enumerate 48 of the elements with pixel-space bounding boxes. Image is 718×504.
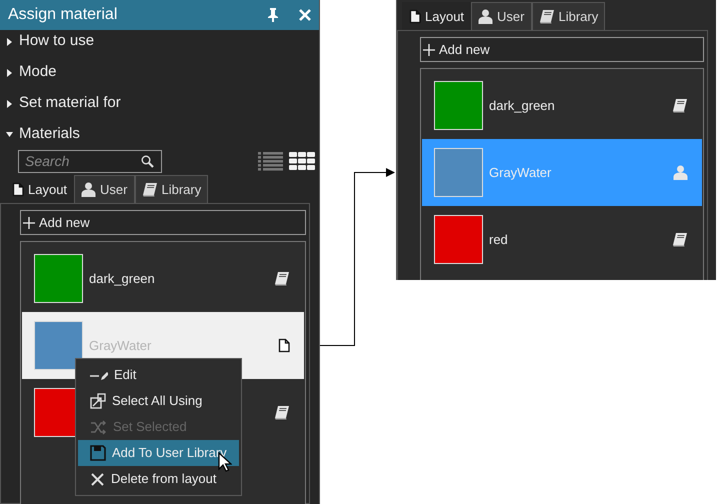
add-new-button[interactable]: Add new — [420, 37, 704, 62]
menu-item[interactable]: Select All Using — [78, 388, 239, 414]
shuffle-icon — [90, 420, 107, 434]
search-icon[interactable] — [141, 154, 154, 168]
book-icon — [274, 271, 290, 286]
collapsed-icon — [6, 38, 13, 46]
user-icon — [478, 9, 494, 24]
close-icon[interactable] — [299, 9, 311, 21]
section-header[interactable]: Materials — [0, 119, 319, 150]
grid-view-icon[interactable] — [289, 152, 315, 170]
document-icon — [278, 338, 290, 353]
book-icon — [538, 9, 554, 24]
collapsed-icon — [6, 68, 13, 76]
user-icon — [673, 165, 688, 180]
document-icon — [12, 182, 24, 197]
tab[interactable]: Library — [532, 2, 606, 30]
book-icon — [672, 98, 688, 113]
section-header[interactable]: Mode — [0, 57, 319, 88]
floppy-icon — [90, 445, 106, 461]
menu-item[interactable]: Delete from layout — [78, 466, 239, 492]
material-name: dark_green — [89, 270, 156, 288]
section-header[interactable]: Set material for — [0, 88, 319, 119]
panel-title: Assign material — [8, 5, 118, 25]
material-name: dark_green — [489, 96, 556, 115]
section-header[interactable]: How to use — [0, 26, 319, 57]
material-name: GrayWater — [489, 164, 552, 182]
collapsed-icon — [6, 100, 13, 108]
tab[interactable]: Library — [134, 175, 208, 203]
tab[interactable]: User — [74, 175, 134, 203]
select-icon — [90, 393, 106, 409]
document-icon — [409, 9, 421, 24]
plus-icon — [423, 44, 435, 56]
list-view-icon[interactable] — [258, 152, 283, 170]
tab[interactable]: User — [471, 2, 532, 30]
pin-icon[interactable] — [267, 8, 279, 22]
material-name: GrayWater — [89, 336, 152, 355]
user-icon — [81, 182, 96, 197]
plus-icon — [23, 216, 35, 228]
menu-item[interactable]: Add To User Library — [78, 440, 239, 466]
search-field[interactable]: Search — [18, 150, 162, 172]
book-icon — [274, 405, 290, 420]
material-name: red — [489, 230, 509, 249]
add-new-button[interactable]: Add new — [20, 210, 306, 235]
tab[interactable]: Layout — [402, 2, 472, 30]
book-icon — [672, 232, 688, 247]
book-icon — [142, 182, 158, 197]
expanded-icon — [6, 131, 13, 138]
delete-icon — [90, 472, 105, 486]
